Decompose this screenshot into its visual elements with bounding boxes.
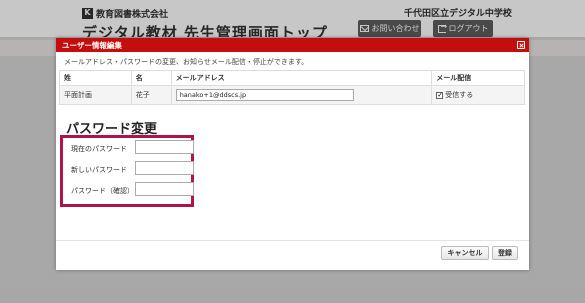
- mail-delivery-cell: 受信する: [431, 85, 525, 105]
- user-edit-modal: ユーザー情報編集 メールアドレス・パスワードの変更、お知らせメール配信・停止がで…: [56, 38, 529, 270]
- mail-delivery-checkbox[interactable]: [436, 91, 444, 99]
- new-password-field[interactable]: [135, 161, 194, 175]
- current-password-label: 現在のパスワード: [71, 145, 127, 153]
- table-header-row: 姓 名 メールアドレス メール配信: [59, 70, 525, 86]
- email-cell: [170, 85, 433, 105]
- column-header-mail-delivery: メール配信: [431, 70, 525, 86]
- new-password-label: 新しいパスワード: [71, 166, 127, 174]
- modal-header: ユーザー情報編集: [56, 38, 529, 52]
- column-header-email: メールアドレス: [170, 70, 433, 86]
- email-field[interactable]: [175, 89, 354, 101]
- close-icon[interactable]: [517, 41, 525, 49]
- table-row: 平面計画 花子 受信する: [59, 85, 525, 105]
- last-name-cell: 平面計画: [59, 85, 132, 105]
- first-name-cell: 花子: [130, 85, 172, 105]
- confirm-password-field[interactable]: [135, 182, 194, 196]
- cancel-button[interactable]: キャンセル: [441, 246, 489, 260]
- mail-delivery-label: 受信する: [445, 91, 474, 99]
- column-header-first-name: 名: [130, 70, 172, 86]
- current-password-field[interactable]: [135, 140, 194, 154]
- register-button[interactable]: 登録: [492, 246, 518, 260]
- column-header-last-name: 姓: [59, 70, 132, 86]
- modal-description: メールアドレス・パスワードの変更、お知らせメール配信・停止ができます。: [64, 58, 309, 66]
- confirm-password-label: パスワード（確認）: [71, 187, 134, 195]
- password-highlight-box: 現在のパスワード 新しいパスワード パスワード（確認）: [60, 135, 194, 207]
- user-info-table: 姓 名 メールアドレス メール配信 平面計画 花子 受信する: [59, 70, 525, 105]
- footer-divider: [56, 240, 529, 241]
- modal-title: ユーザー情報編集: [62, 41, 122, 50]
